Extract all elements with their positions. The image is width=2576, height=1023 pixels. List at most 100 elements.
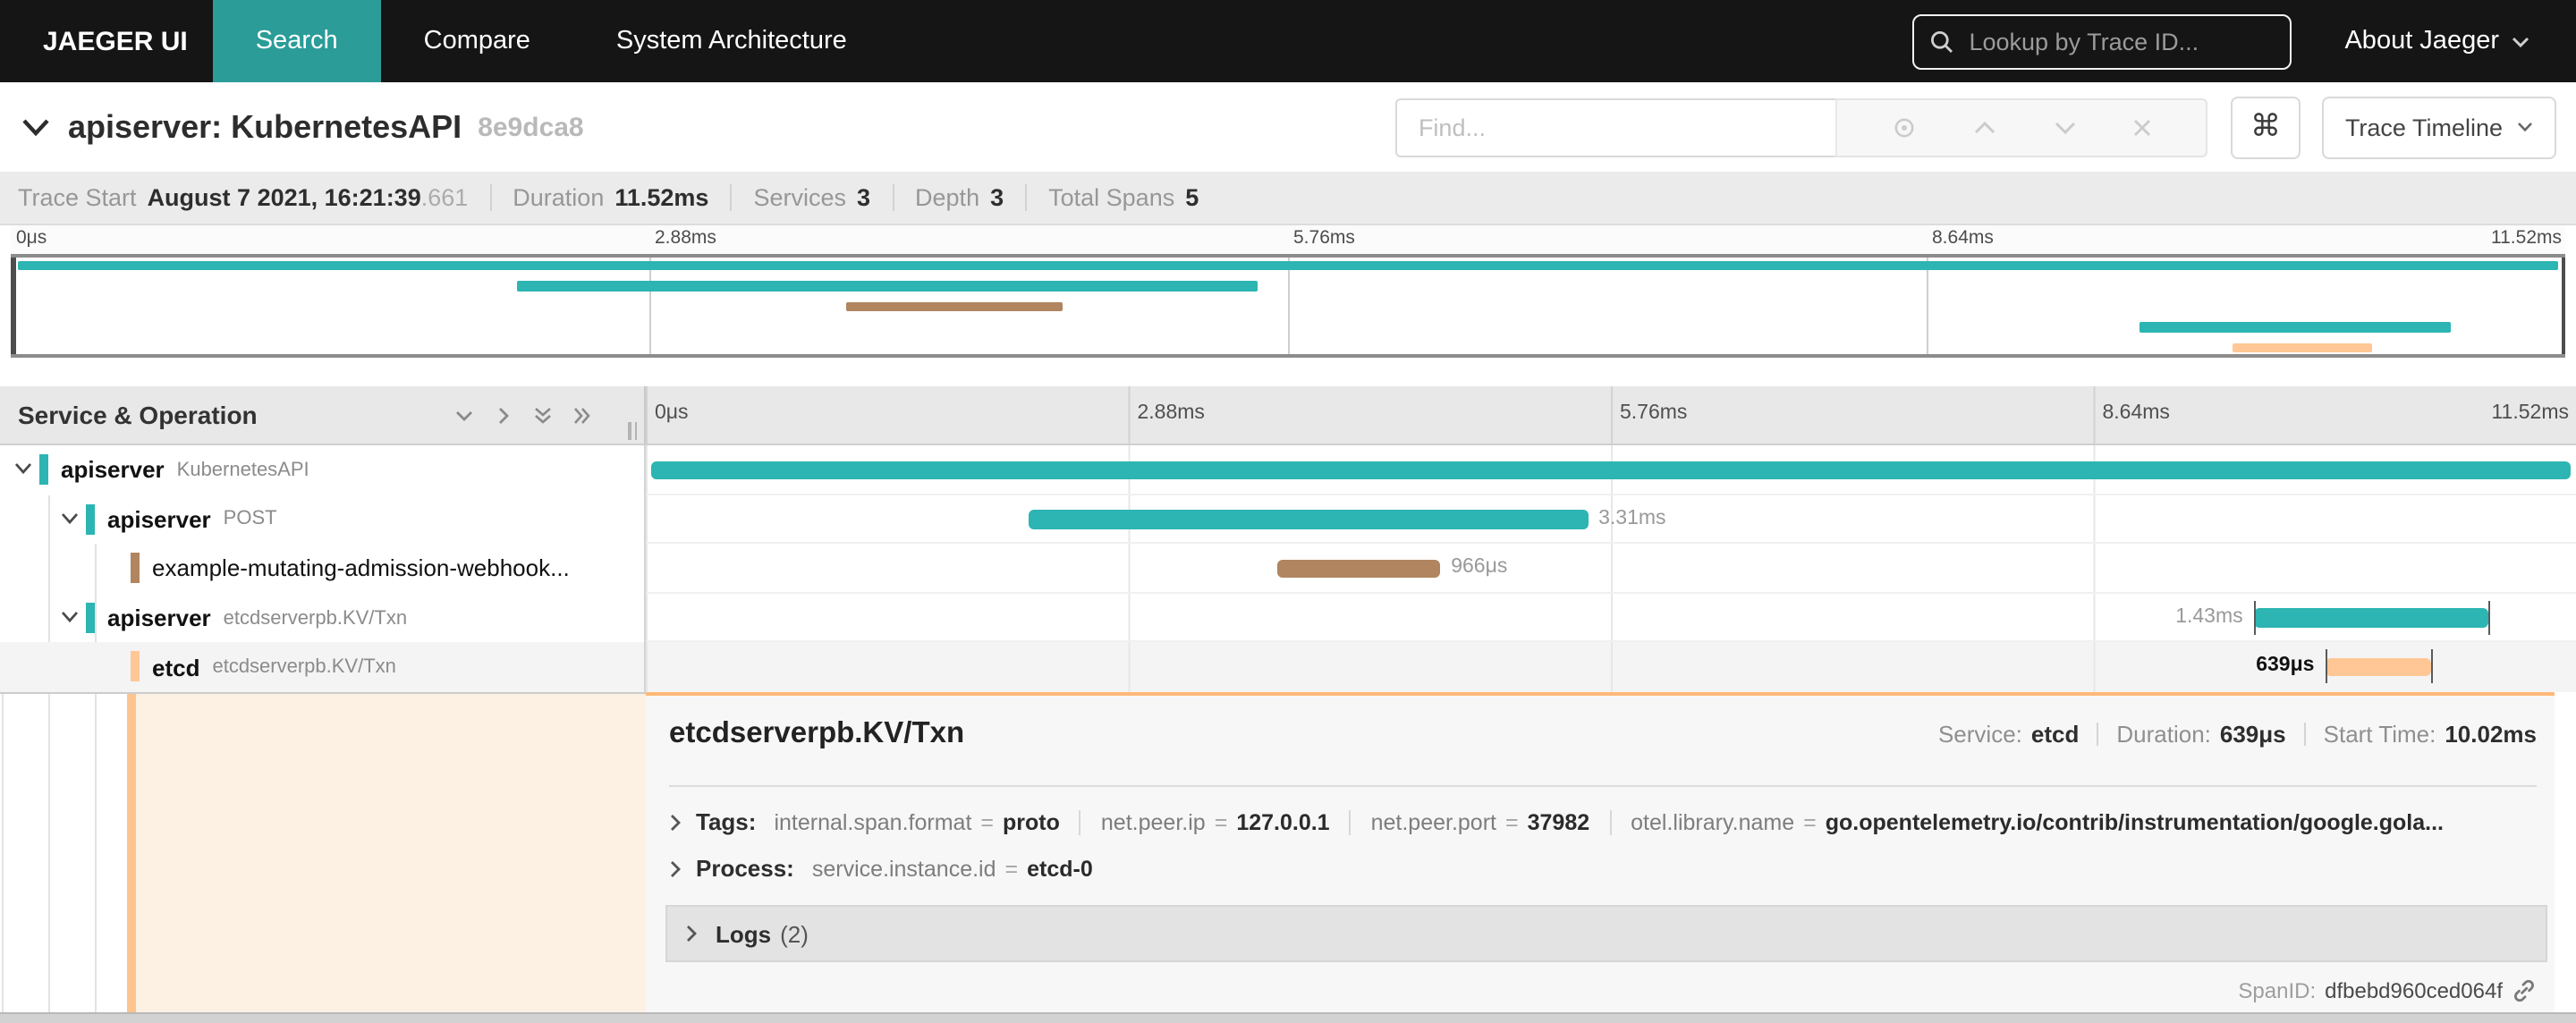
span-bar[interactable] [1276,559,1441,579]
chevron-down-icon [2518,123,2532,132]
service-color-accent [131,553,139,584]
service-name: apiserver [61,456,165,484]
collapse-trace-chevron-icon[interactable] [21,117,50,137]
process-header: Process: [696,855,794,882]
span-row-etcd-txn-selected[interactable]: etcd etcdserverpb.KV/Txn 639μs [0,642,2576,692]
chevron-right-icon [687,926,697,942]
minimap-span-bar [2139,322,2451,332]
span-detail-region: etcdserverpb.KV/Txn Service: etcd Durati… [0,692,2576,1012]
operation-name: KubernetesAPI [176,459,309,481]
trace-id-lookup-input[interactable] [1965,26,2274,56]
nav-tab-search[interactable]: Search [212,0,381,82]
service-operation-header: Service & Operation [0,386,646,444]
span-detail-panel: etcdserverpb.KV/Txn Service: etcd Durati… [646,692,2555,1012]
collapse-all-icon[interactable] [531,403,555,427]
selected-span-left-strip [0,692,646,1012]
logs-accordion[interactable]: Logs (2) [665,905,2547,962]
span-track[interactable]: 3.31ms [646,495,2576,545]
nav-tab-compare[interactable]: Compare [381,0,573,82]
span-id-value: dfbebd960ced064f [2325,978,2503,1003]
trace-view-selector[interactable]: Trace Timeline [2321,96,2556,158]
span-row-apiserver-post[interactable]: apiserver POST 3.31ms [0,495,2576,545]
start-time-meta-label: Start Time: [2323,721,2436,748]
app-brand: JAEGER UI [43,26,188,56]
service-operation-title: Service & Operation [18,401,258,429]
expand-one-icon[interactable] [492,403,515,427]
span-row-apiserver-etcd-txn[interactable]: apiserver etcdserverpb.KV/Txn 1.43ms [0,593,2576,643]
trace-summary-bar: Trace Start August 7 2021, 16:21:39 .661… [0,172,2576,225]
span-rows: apiserver KubernetesAPI apiserver POST 3… [0,445,2576,692]
tags-row[interactable]: Tags: internal.span.format = proto net.pee… [669,808,2537,835]
service-meta-value: etcd [2030,721,2080,748]
expand-all-icon[interactable] [571,403,594,427]
total-spans-label: Total Spans [1048,184,1175,211]
chevron-down-icon [2512,36,2529,47]
trace-start-value: August 7 2021, 16:21:39 [147,184,421,211]
span-name-cell[interactable]: etcd etcdserverpb.KV/Txn [0,642,646,692]
duration-meta-label: Duration: [2116,721,2211,748]
span-row-apiserver-kubernetesapi[interactable]: apiserver KubernetesAPI [0,445,2576,495]
tree-guide-line [2,694,4,1012]
trace-header: apiserver: KubernetesAPI 8e9dca8 ⌘ Trace… [0,82,2576,172]
span-track[interactable] [646,445,2576,495]
chevron-down-icon[interactable] [61,610,79,624]
collapse-one-icon[interactable] [453,403,476,427]
service-color-accent [86,503,94,535]
span-name-cell[interactable]: example-mutating-admission-webhook... [0,544,646,594]
span-name-cell[interactable]: apiserver KubernetesAPI [0,445,646,495]
logs-label: Logs [716,920,772,947]
chevron-down-icon[interactable] [61,511,79,525]
minimap-left-drag-handle[interactable] [11,258,15,354]
find-clear-icon[interactable] [2132,117,2152,137]
span-bar[interactable] [651,461,2571,479]
span-track[interactable]: 1.43ms [646,593,2576,643]
duration-meta-value: 639μs [2219,721,2286,748]
span-bar[interactable] [2325,657,2431,677]
search-icon [1930,30,1953,52]
span-bar[interactable] [2253,608,2489,628]
divider [489,184,492,211]
span-track[interactable]: 966μs [646,544,2576,594]
selected-span-accent-bar [127,694,136,1012]
operation-name: etcdserverpb.KV/Txn [212,656,396,679]
column-resizer-handle[interactable] [628,422,637,440]
span-name-cell[interactable]: apiserver etcdserverpb.KV/Txn [0,593,646,643]
operation-name: POST [223,508,277,530]
tree-guide-line [48,694,50,1012]
chevron-down-icon[interactable] [14,461,32,476]
minimap-viewport[interactable] [11,254,2565,358]
span-bar[interactable] [1028,510,1589,529]
minimap-right-drag-handle[interactable] [2561,258,2565,354]
services-value: 3 [857,184,871,211]
link-icon[interactable] [2512,978,2537,1003]
chevron-right-icon[interactable] [669,813,682,831]
find-next-icon[interactable] [2053,119,2076,135]
selected-span-highlight [136,694,646,1012]
divider [1025,184,1028,211]
duration-value: 11.52ms [614,184,709,211]
minimap-tick-8-64ms: 8.64ms [1932,227,1994,249]
find-box[interactable] [1394,97,1835,156]
process-row[interactable]: Process: service.instance.id = etcd-0 [669,855,2537,882]
chevron-right-icon[interactable] [669,859,682,877]
find-prev-icon[interactable] [1973,119,1996,135]
span-name-cell[interactable]: apiserver POST [0,495,646,545]
service-name: apiserver [107,604,211,632]
keyboard-shortcuts-button[interactable]: ⌘ [2230,96,2301,158]
horizontal-scrollbar[interactable] [0,1012,2576,1023]
span-row-webhook[interactable]: example-mutating-admission-webhook... 96… [0,544,2576,594]
focus-target-icon[interactable] [1890,114,1917,140]
top-nav: JAEGER UI Search Compare System Architec… [0,0,2576,82]
trace-id-lookup[interactable] [1911,13,2292,69]
about-jaeger-menu[interactable]: About Jaeger [2344,27,2529,55]
span-boundary-tick [2430,649,2433,684]
find-input[interactable] [1414,112,1818,142]
service-color-accent [39,454,47,485]
nav-tab-system-architecture[interactable]: System Architecture [573,0,890,82]
tag-value: 37982 [1527,809,1590,834]
span-track[interactable]: 639μs [646,642,2576,692]
minimap-axis: 0μs 2.88ms 5.76ms 8.64ms 11.52ms [11,225,2565,254]
minimap-gridline [1927,258,1928,354]
tag-key: internal.span.format [774,809,972,834]
minimap-span-bar [845,301,1063,311]
